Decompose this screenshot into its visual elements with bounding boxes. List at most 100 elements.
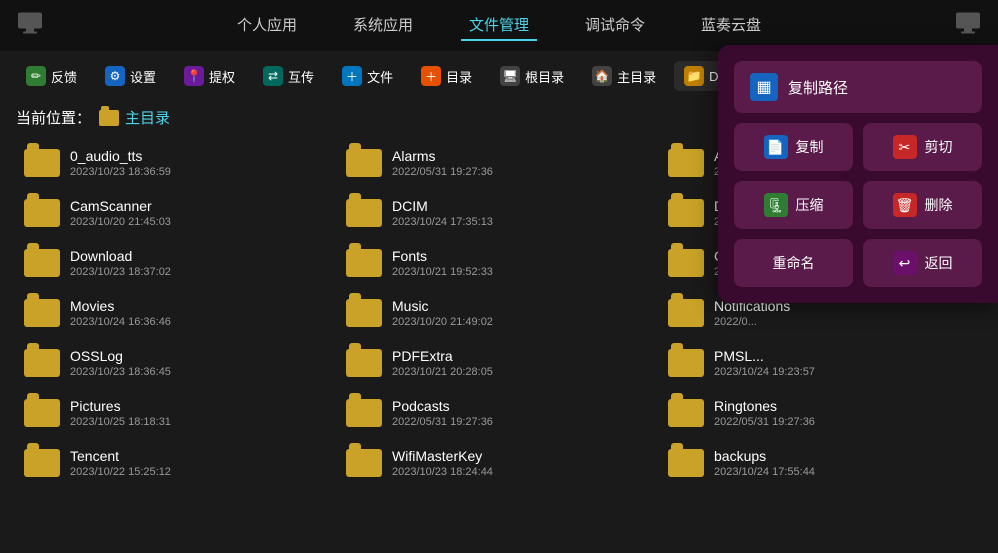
file-name: Pictures: [70, 398, 171, 414]
list-item[interactable]: Alarms 2022/05/31 19:27:36: [338, 138, 660, 188]
back-icon: ↩: [893, 251, 917, 275]
cut-button[interactable]: ✂ 剪切: [863, 123, 982, 171]
file-name: Ringtones: [714, 398, 815, 414]
nav-cloud[interactable]: 蓝奏云盘: [693, 10, 769, 41]
list-item[interactable]: 0_audio_tts 2023/10/23 18:36:59: [16, 138, 338, 188]
transfer-label: 互传: [288, 67, 314, 86]
file-info: Music 2023/10/20 21:49:02: [392, 298, 493, 328]
list-item[interactable]: WifiMasterKey 2023/10/23 18:24:44: [338, 438, 660, 488]
list-item[interactable]: CamScanner 2023/10/20 21:45:03: [16, 188, 338, 238]
new-dir-button[interactable]: ＋ 目录: [411, 61, 482, 91]
list-item[interactable]: Pictures 2023/10/25 18:18:31: [16, 388, 338, 438]
file-info: Ringtones 2022/05/31 19:27:36: [714, 398, 815, 428]
file-info: CamScanner 2023/10/20 21:45:03: [70, 198, 171, 228]
rename-button[interactable]: 重命名: [734, 239, 853, 287]
list-item[interactable]: Movies 2023/10/24 16:36:46: [16, 288, 338, 338]
file-info: backups 2023/10/24 17:55:44: [714, 448, 815, 478]
folder-icon: [668, 299, 704, 327]
folder-icon: [24, 199, 60, 227]
folder-icon: [24, 299, 60, 327]
new-file-label: 文件: [367, 67, 393, 86]
folder-icon: [668, 249, 704, 277]
file-date: 2023/10/24 16:36:46: [70, 316, 171, 328]
transfer-button[interactable]: ⇄ 互传: [253, 61, 324, 91]
root-dir-label: 根目录: [525, 67, 564, 86]
nav-personal-apps[interactable]: 个人应用: [229, 10, 305, 41]
list-item[interactable]: Podcasts 2022/05/31 19:27:36: [338, 388, 660, 438]
list-item[interactable]: Tencent 2023/10/22 15:25:12: [16, 438, 338, 488]
transfer-icon: ⇄: [263, 66, 283, 86]
copy-path-label: 复制路径: [788, 77, 848, 98]
list-item[interactable]: Fonts 2023/10/21 19:52:33: [338, 238, 660, 288]
file-date: 2022/05/31 19:27:36: [392, 166, 493, 178]
file-date: 2023/10/25 18:18:31: [70, 416, 171, 428]
list-item[interactable]: PDFExtra 2023/10/21 20:28:05: [338, 338, 660, 388]
folder-icon: [668, 199, 704, 227]
root-dir-icon: 🖥: [500, 66, 520, 86]
feedback-label: 反馈: [51, 67, 77, 86]
breadcrumb-path: 主目录: [125, 107, 170, 128]
home-dir-label: 主目录: [617, 67, 656, 86]
list-item[interactable]: PMSL... 2023/10/24 19:23:57: [660, 338, 982, 388]
new-dir-icon: ＋: [421, 66, 441, 86]
file-name: backups: [714, 448, 815, 464]
permissions-button[interactable]: 📍 提权: [174, 61, 245, 91]
compress-button[interactable]: 🗜 压缩: [734, 181, 853, 229]
home-dir-button[interactable]: 🏠 主目录: [582, 61, 666, 91]
delete-button[interactable]: 🗑 删除: [863, 181, 982, 229]
delete-icon: 🗑: [893, 193, 917, 217]
root-dir-button[interactable]: 🖥 根目录: [490, 61, 574, 91]
folder-icon: [346, 449, 382, 477]
top-navigation: 个人应用 系统应用 文件管理 调试命令 蓝奏云盘: [0, 0, 998, 51]
copy-button[interactable]: 📄 复制: [734, 123, 853, 171]
feedback-button[interactable]: ✏ 反馈: [16, 61, 87, 91]
file-info: PDFExtra 2023/10/21 20:28:05: [392, 348, 493, 378]
file-date: 2023/10/23 18:37:02: [70, 266, 171, 278]
file-name: Podcasts: [392, 398, 493, 414]
file-info: Movies 2023/10/24 16:36:46: [70, 298, 171, 328]
list-item[interactable]: DCIM 2023/10/24 17:35:13: [338, 188, 660, 238]
new-file-button[interactable]: ＋ 文件: [332, 61, 403, 91]
file-info: Fonts 2023/10/21 19:52:33: [392, 248, 493, 278]
nav-debug[interactable]: 调试命令: [577, 10, 653, 41]
folder-icon: [346, 199, 382, 227]
folder-icon: [24, 399, 60, 427]
copy-path-icon: ▦: [750, 73, 778, 101]
file-info: PMSL... 2023/10/24 19:23:57: [714, 348, 815, 378]
permissions-label: 提权: [209, 67, 235, 86]
file-name: PDFExtra: [392, 348, 493, 364]
breadcrumb-prefix: 当前位置：: [16, 107, 91, 128]
copy-icon: 📄: [764, 135, 788, 159]
copy-path-button[interactable]: ▦ 复制路径: [734, 61, 982, 113]
copy-label: 复制: [796, 137, 824, 157]
file-info: DCIM 2023/10/24 17:35:13: [392, 198, 493, 228]
compress-label: 压缩: [796, 195, 824, 215]
cut-label: 剪切: [925, 137, 953, 157]
file-name: 0_audio_tts: [70, 148, 171, 164]
file-name: PMSL...: [714, 348, 815, 364]
nav-file-manager[interactable]: 文件管理: [461, 10, 537, 41]
folder-icon: [24, 449, 60, 477]
list-item[interactable]: OSSLog 2023/10/23 18:36:45: [16, 338, 338, 388]
file-name: CamScanner: [70, 198, 171, 214]
folder-icon: [24, 149, 60, 177]
back-button[interactable]: ↩ 返回: [863, 239, 982, 287]
file-date: 2022/0...: [714, 316, 790, 328]
file-info: WifiMasterKey 2023/10/23 18:24:44: [392, 448, 493, 478]
file-date: 2023/10/23 18:36:59: [70, 166, 171, 178]
nav-system-apps[interactable]: 系统应用: [345, 10, 421, 41]
list-item[interactable]: backups 2023/10/24 17:55:44: [660, 438, 982, 488]
context-menu: ▦ 复制路径 📄 复制 ✂ 剪切 🗜 压缩 🗑: [718, 45, 998, 303]
list-item[interactable]: Ringtones 2022/05/31 19:27:36: [660, 388, 982, 438]
file-date: 2022/05/31 19:27:36: [392, 416, 493, 428]
list-item[interactable]: Music 2023/10/20 21:49:02: [338, 288, 660, 338]
delete-label: 删除: [925, 195, 953, 215]
file-date: 2023/10/20 21:49:02: [392, 316, 493, 328]
list-item[interactable]: Download 2023/10/23 18:37:02: [16, 238, 338, 288]
rename-label: 重命名: [773, 253, 815, 273]
settings-button[interactable]: ⚙ 设置: [95, 61, 166, 91]
folder-icon: [668, 349, 704, 377]
folder-icon: [668, 449, 704, 477]
folder-icon: [668, 399, 704, 427]
folder-icon: [346, 149, 382, 177]
